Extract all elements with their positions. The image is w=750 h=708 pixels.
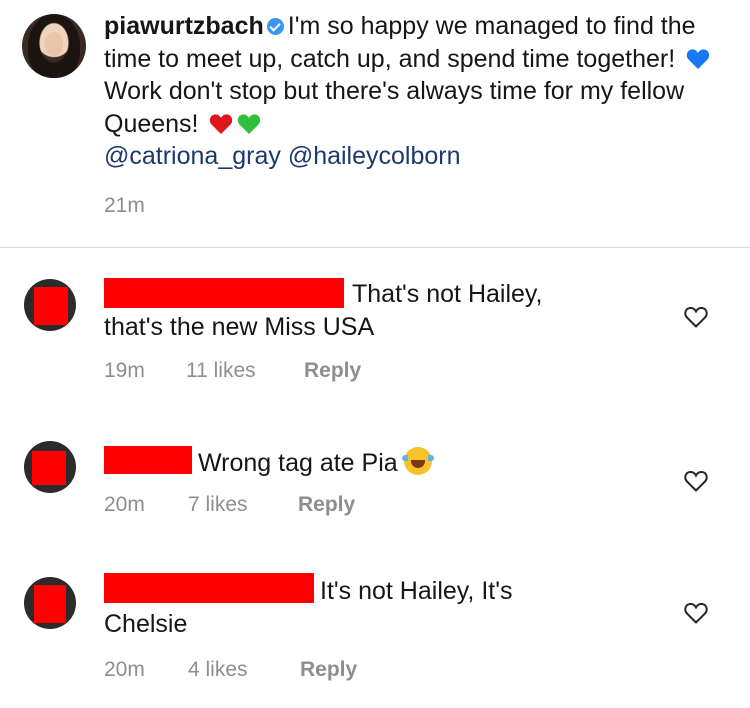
comment-likes[interactable]: 7 likes xyxy=(188,493,248,517)
mention-link[interactable]: @haileycolborn xyxy=(288,142,461,170)
comment-text: that's the new Miss USA xyxy=(104,313,375,341)
like-heart-icon[interactable] xyxy=(683,469,709,493)
laughing-tears-emoji-icon xyxy=(401,447,434,475)
commenter-avatar[interactable] xyxy=(24,577,76,629)
redacted-username xyxy=(104,278,344,308)
comment-text-row: Wrong tag ate Pia xyxy=(198,443,434,480)
post-author-avatar[interactable] xyxy=(22,14,86,78)
comment-time: 20m xyxy=(104,658,145,681)
comment-text: That's not Hailey, xyxy=(352,280,543,308)
commenter-avatar[interactable] xyxy=(24,279,76,331)
post-timestamp: 21m xyxy=(104,194,145,217)
like-heart-icon[interactable] xyxy=(683,601,709,625)
post-caption: piawurtzbach I'm so happy we managed to f… xyxy=(104,10,724,173)
comment-text: It's not Hailey, It's xyxy=(320,577,513,605)
comment-likes[interactable]: 4 likes xyxy=(188,658,248,682)
reply-button[interactable]: Reply xyxy=(304,359,361,382)
comment-time: 20m xyxy=(104,493,145,516)
comment-likes[interactable]: 11 likes xyxy=(186,359,256,383)
mention-link[interactable]: @catriona_gray xyxy=(104,142,281,170)
green-heart-icon xyxy=(237,113,261,135)
redacted-username xyxy=(104,573,314,603)
commenter-avatar[interactable] xyxy=(24,441,76,493)
comment-time: 19m xyxy=(104,359,145,382)
comment-text: Chelsie xyxy=(104,610,188,638)
blue-heart-icon xyxy=(686,48,710,70)
reply-button[interactable]: Reply xyxy=(300,658,357,681)
verified-icon xyxy=(266,18,284,35)
caption-text-part2: Work don't stop but there's always time … xyxy=(104,77,685,138)
section-divider xyxy=(0,247,750,248)
redacted-username xyxy=(104,446,192,474)
like-heart-icon[interactable] xyxy=(683,305,709,329)
comment-text: Wrong tag ate Pia xyxy=(198,449,398,477)
red-heart-icon xyxy=(209,113,233,135)
reply-button[interactable]: Reply xyxy=(298,493,355,516)
post-username[interactable]: piawurtzbach xyxy=(104,12,264,40)
